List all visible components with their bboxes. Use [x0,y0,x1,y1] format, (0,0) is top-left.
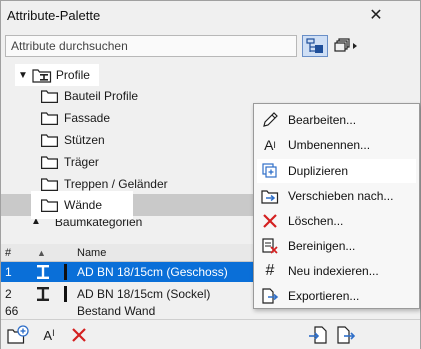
export-icon [337,326,356,344]
tree-view-button[interactable] [302,35,328,57]
tree-item-bauteil-profile[interactable]: Bauteil Profile [41,85,241,107]
layers-icon [334,38,357,52]
tree-item-label: Baumkategorien [54,219,143,229]
window-title: Attribute-Palette [7,8,101,23]
tree-item-fassade[interactable]: Fassade [41,107,241,129]
menu-item-exportieren[interactable]: Exportieren... [257,284,416,308]
menu-item-label: Löschen... [288,214,344,228]
rename-icon: AI [264,137,276,153]
profile-type-icon [37,287,49,301]
new-folder-icon [7,325,29,344]
tree-item-stuetzen[interactable]: Stützen [41,129,241,151]
folder-icon [41,89,58,103]
menu-item-neu-indexieren[interactable]: # Neu indexieren... [257,259,416,283]
export-button[interactable] [335,324,357,346]
import-button[interactable] [307,324,329,346]
bottom-toolbar: AI [1,319,420,349]
profile-type-icon [37,265,49,279]
menu-item-label: Bereinigen... [288,239,356,253]
menu-item-duplizieren[interactable]: Duplizieren [257,159,416,183]
tree-item-label: Stützen [64,133,105,147]
folder-icon [41,198,58,212]
context-menu: Bearbeiten... AI Umbenennen... Duplizier… [253,103,420,309]
row-number: 2 [5,287,12,301]
delete-button[interactable] [68,324,90,346]
menu-item-label: Exportieren... [288,289,360,303]
column-name[interactable]: Name [77,247,106,259]
column-number[interactable]: # [5,247,11,259]
menu-item-label: Duplizieren [288,164,349,178]
folder-icon [41,111,58,125]
row-name: AD BN 18/15cm (Sockel) [77,287,211,301]
search-input[interactable] [5,35,297,57]
rename-button[interactable]: AI [38,324,60,346]
tree-item-baumkategorien[interactable]: ▲ Baumkategorien [31,219,231,231]
tree-item-traeger[interactable]: Träger [41,151,241,173]
color-swatch [64,264,67,280]
row-name: AD BN 18/15cm (Geschoss) [77,265,228,279]
row-number: 66 [5,306,19,317]
folder-icon [41,133,58,147]
new-attribute-button[interactable] [7,324,29,346]
tree-item-waende[interactable]: Wände [31,191,133,219]
hash-icon: # [265,262,275,279]
rename-icon: AI [43,327,55,343]
move-icon [260,186,280,206]
menu-item-bearbeiten[interactable]: Bearbeiten... [257,108,416,132]
tree-item-label: Träger [64,155,99,169]
duplicate-icon [260,161,280,181]
tree-item-label: Bauteil Profile [64,89,139,103]
folder-icon [41,177,58,191]
menu-item-label: Umbenennen... [288,138,371,152]
row-name: Bestand Wand [77,306,156,317]
tree-item-label: Profile [55,68,90,82]
collapse-icon: ▲ [31,219,41,227]
row-number: 1 [5,265,12,279]
chevron-down-icon[interactable]: ▼ [18,70,28,81]
menu-item-umbenennen[interactable]: AI Umbenennen... [257,133,416,157]
sort-arrow-icon[interactable]: ▲ [37,248,46,258]
delete-icon [260,211,280,231]
menu-item-bereinigen[interactable]: Bereinigen... [257,234,416,258]
title-bar: Attribute-Palette ✕ [1,1,420,31]
tree-item-label: Treppen / Geländer [64,177,168,191]
close-icon[interactable]: ✕ [367,7,385,25]
stack-view-button[interactable] [333,35,359,57]
delete-icon [72,328,86,342]
menu-item-verschieben[interactable]: Verschieben nach... [257,184,416,208]
menu-item-label: Bearbeiten... [288,113,357,127]
search-row [1,35,420,59]
folder-icon [41,155,58,169]
pencil-icon [260,110,280,130]
purge-icon [260,236,280,256]
import-icon [309,326,327,344]
tree-view-icon [306,38,323,53]
color-swatch [64,286,67,302]
profile-folder-icon [32,68,52,83]
menu-item-label: Verschieben nach... [288,189,394,203]
menu-item-label: Neu indexieren... [288,264,379,278]
export-icon [260,286,280,306]
tree-item-profile[interactable]: ▼ Profile [15,64,99,86]
menu-item-loeschen[interactable]: Löschen... [257,209,416,233]
tree-item-label: Wände [64,198,103,212]
tree-item-label: Fassade [64,111,111,125]
